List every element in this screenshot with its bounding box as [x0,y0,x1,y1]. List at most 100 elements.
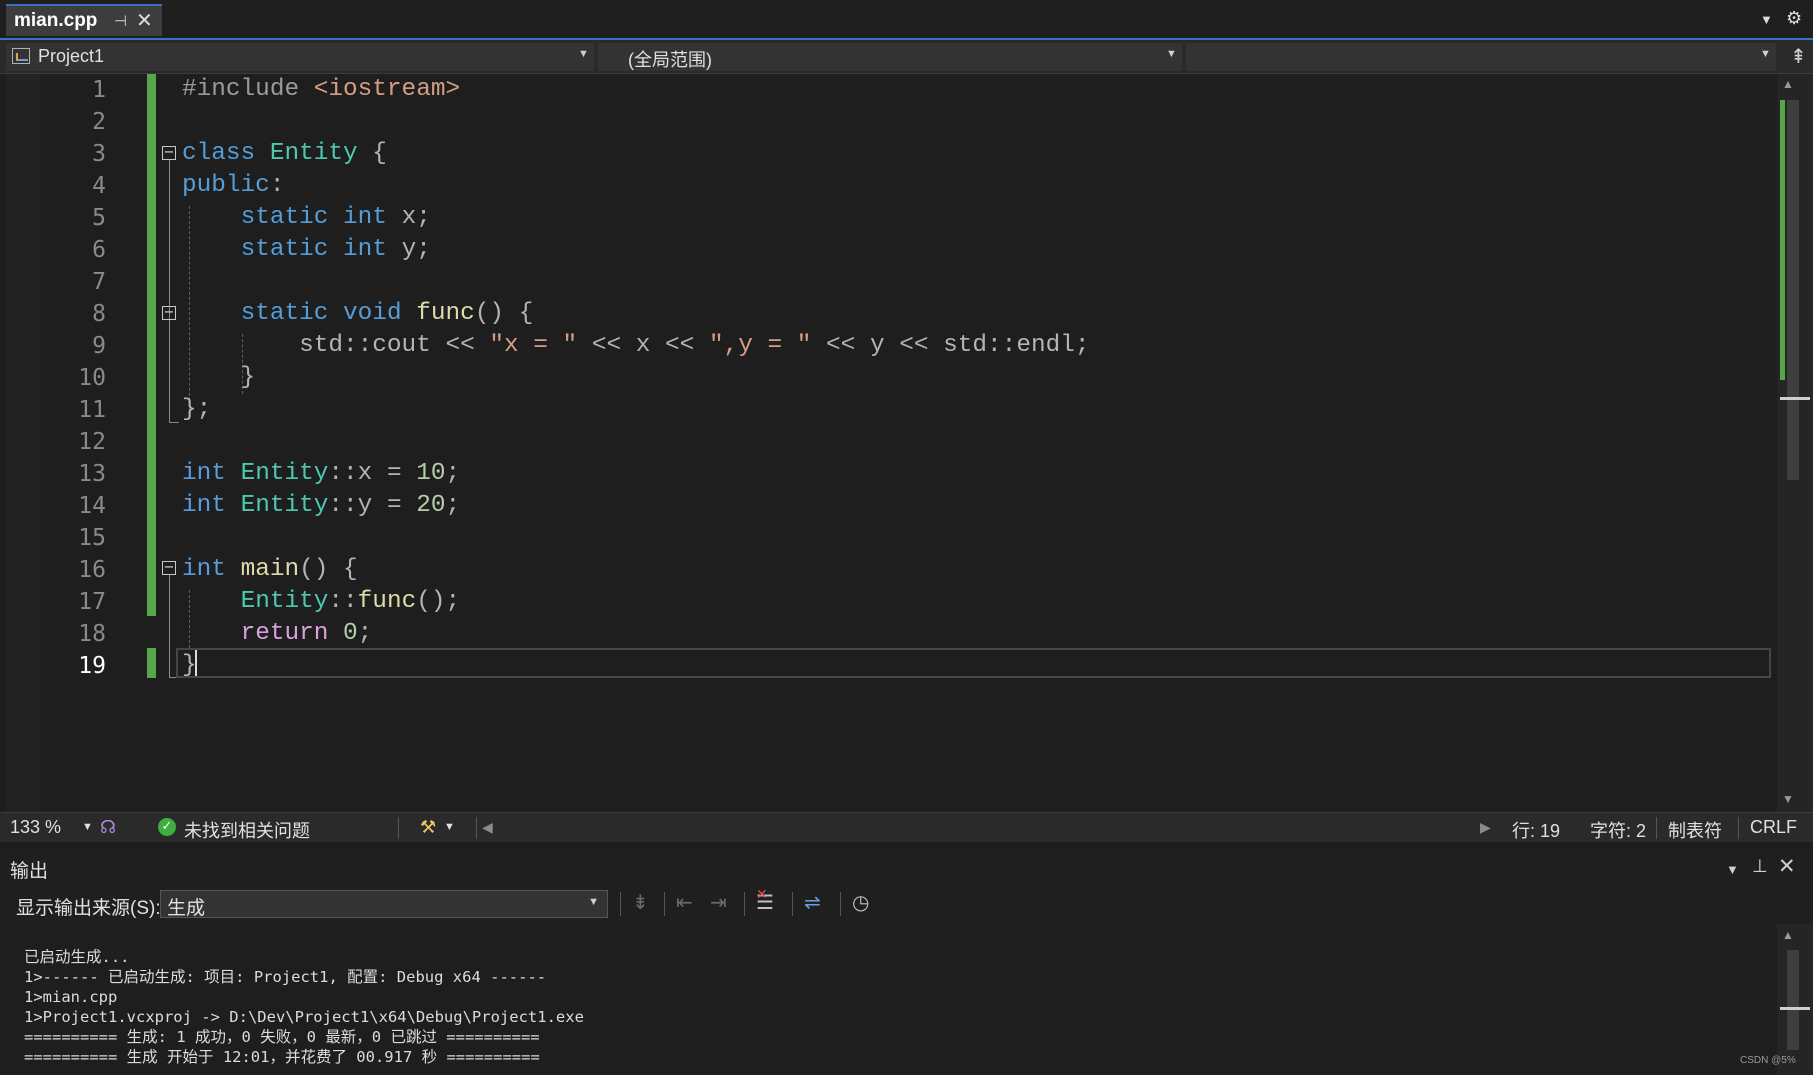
code-line[interactable]: return 0; [182,618,373,650]
tab-mian-cpp[interactable]: mian.cpp ⊣ ✕ [6,4,162,36]
output-line: 已启动生成... [24,948,130,966]
line-number: 16 [78,557,106,583]
line-number: 8 [92,301,106,327]
code-token: void [343,300,417,327]
scroll-up-icon[interactable]: ▲ [1782,77,1794,91]
code-token: :: [328,588,358,615]
previous-message-icon[interactable]: ⇤ [676,890,693,915]
output-source-label: 显示输出来源(S): [16,898,161,919]
code-line[interactable]: int Entity::y = 20; [182,490,460,522]
code-token: class [182,140,270,167]
change-bar [147,648,156,678]
horizontal-scrollbar[interactable] [500,819,1475,837]
output-source-select[interactable]: 生成 ▼ [160,890,608,919]
code-cleanup-icon[interactable]: ⚒ [420,817,436,838]
scroll-right-icon[interactable]: ▶ [1480,819,1491,836]
code-token: int [343,204,402,231]
code-token: func [416,300,475,327]
output-line: ========== 生成: 1 成功，0 失败，0 最新，0 已跳过 ====… [24,1028,540,1046]
code-line[interactable]: }; [182,394,211,426]
code-line[interactable]: static int y; [182,234,431,266]
project-dropdown[interactable]: Project1 ▼ [6,43,594,71]
line-number: 4 [92,173,106,199]
tab-list-dropdown-icon[interactable]: ▼ [1760,12,1773,27]
code-token: () { [474,300,534,327]
code-line[interactable]: Entity::func(); [182,586,461,618]
code-line[interactable]: static void func() { [182,298,534,330]
chevron-down-icon[interactable]: ▼ [82,821,93,833]
line-indicator[interactable]: 行: 19 [1512,817,1560,843]
zoom-level[interactable]: 133 % [10,817,61,838]
code-token: ::x = [328,460,417,487]
scroll-left-icon[interactable]: ◀ [482,819,493,836]
scrollbar-thumb[interactable] [1787,950,1799,1050]
code-token: } [182,364,256,391]
scrollbar-thumb[interactable] [1787,100,1799,480]
scroll-down-icon[interactable]: ▼ [1782,792,1794,806]
next-message-icon[interactable]: ⇥ [710,890,727,915]
close-icon[interactable]: ✕ [1778,854,1796,879]
issues-status[interactable]: 未找到相关问题 [184,817,310,843]
word-wrap-icon[interactable]: ⇌ [804,890,821,915]
code-token: static [240,204,344,231]
code-token: << y << std::endl; [811,332,1090,359]
find-message-icon[interactable]: ⇟ [632,890,649,915]
code-line[interactable]: int Entity::x = 10; [182,458,460,490]
outline-end [169,422,179,423]
pin-icon[interactable]: ⊣ [114,12,127,30]
collapse-icon[interactable]: − [162,146,176,160]
separator [792,892,793,916]
code-line[interactable]: #include <iostream> [182,74,460,106]
separator [1656,817,1657,839]
code-line[interactable]: static int x; [182,202,431,234]
code-line[interactable]: public: [182,170,284,202]
close-icon[interactable]: ✕ [136,8,153,33]
line-number: 13 [78,461,106,487]
code-line[interactable]: int main() { [182,554,358,586]
code-token: int [182,492,241,519]
code-token: }; [182,396,212,423]
chevron-down-icon: ▼ [1166,48,1177,60]
scope-dropdown[interactable]: (全局范围) ▼ [598,43,1182,71]
copilot-icon[interactable]: ☊ [100,817,116,838]
code-line[interactable]: std::cout << "x = " << x << ",y = " << y… [182,330,1090,362]
output-panel-header: 输出 ▼ ⊥ ✕ [0,850,1813,886]
code-token: int [182,556,241,583]
char-indicator[interactable]: 字符: 2 [1590,817,1646,843]
code-line[interactable]: } [182,362,256,394]
code-token: 20 [416,492,446,519]
line-ending[interactable]: CRLF [1750,817,1797,838]
code-token: ; [445,460,461,487]
tab-title: mian.cpp [14,10,98,31]
scroll-up-icon[interactable]: ▲ [1782,928,1794,942]
line-number: 12 [78,429,106,455]
output-source-value: 生成 [167,898,206,919]
tab-strip [0,0,1813,40]
output-line: 1>------ 已启动生成: 项目: Project1, 配置: Debug … [24,968,547,986]
chevron-down-icon[interactable]: ▼ [1726,862,1739,877]
code-token: public [182,172,270,199]
scrollbar-change-marker [1780,100,1785,380]
chevron-down-icon[interactable]: ▼ [444,821,455,833]
output-toolbar: 显示输出来源(S): 生成 ▼ ⇟ ⇤ ⇥ ✕ ☰ ⇌ ◷ [0,886,1813,924]
line-number: 1 [92,77,106,103]
output-line: ========== 生成 开始于 12:01，并花费了 00.917 秒 ==… [24,1048,540,1066]
clock-icon[interactable]: ◷ [852,890,869,915]
collapse-icon[interactable]: − [162,306,176,320]
code-line[interactable]: class Entity { [182,138,387,170]
clear-all-icon[interactable]: ✕ ☰ [756,886,774,915]
pin-icon[interactable]: ⊥ [1752,856,1768,877]
chevron-down-icon: ▼ [588,896,599,908]
output-line: 1>mian.cpp [24,988,118,1006]
output-line: 1>Project1.vcxproj -> D:\Dev\Project1\x6… [24,1008,584,1026]
member-dropdown[interactable]: ▼ [1186,43,1776,71]
gear-icon[interactable]: ⚙ [1786,8,1802,29]
code-token: Entity [269,140,373,167]
code-token: () { [299,556,358,583]
collapse-icon[interactable]: − [162,561,176,575]
code-token: func [357,588,417,615]
split-editor-icon[interactable]: ⇞ [1790,44,1807,69]
indent-mode[interactable]: 制表符 [1668,817,1722,843]
code-token: (); [416,588,461,615]
